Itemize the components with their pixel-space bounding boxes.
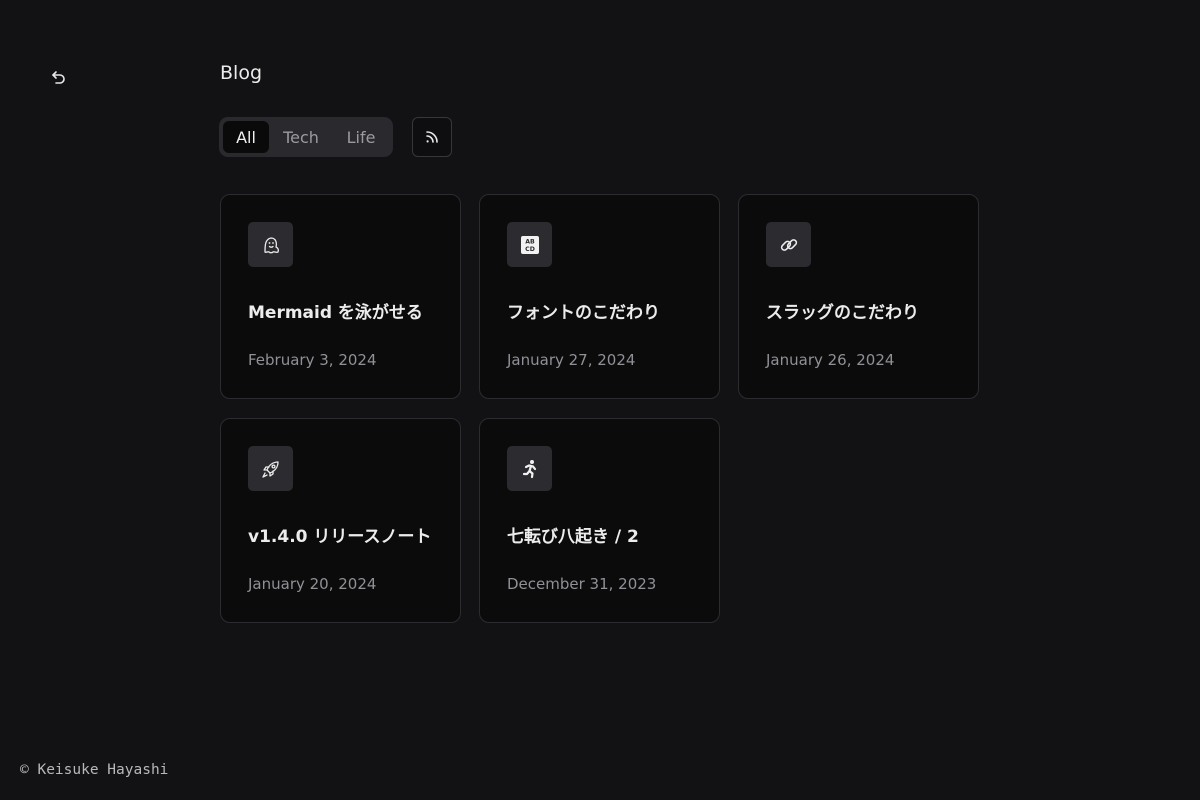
post-card[interactable]: Mermaid を泳がせる February 3, 2024 <box>220 194 461 399</box>
post-icon-box <box>507 446 552 491</box>
post-icon-box <box>766 222 811 267</box>
post-date: January 27, 2024 <box>507 351 636 369</box>
post-date: February 3, 2024 <box>248 351 377 369</box>
back-button[interactable] <box>44 63 74 93</box>
abcd-icon: AB CD <box>520 235 539 254</box>
post-icon-box <box>248 222 293 267</box>
tab-life[interactable]: Life <box>333 121 389 153</box>
post-card[interactable]: AB CD フォントのこだわり January 27, 2024 <box>479 194 720 399</box>
undo-arrow-icon <box>52 71 65 84</box>
post-title: Mermaid を泳がせる <box>248 303 423 323</box>
post-card[interactable]: v1.4.0 リリースノート January 20, 2024 <box>220 418 461 623</box>
post-card[interactable]: スラッグのこだわり January 26, 2024 <box>738 194 979 399</box>
rss-icon <box>426 131 438 143</box>
post-date: January 20, 2024 <box>248 575 377 593</box>
svg-text:AB: AB <box>525 238 535 245</box>
post-title: スラッグのこだわり <box>766 303 919 323</box>
rss-button[interactable] <box>412 117 452 157</box>
rocket-icon <box>261 460 279 478</box>
post-icon-box: AB CD <box>507 222 552 267</box>
post-date: January 26, 2024 <box>766 351 895 369</box>
running-person-icon <box>522 459 536 478</box>
svg-text:CD: CD <box>525 246 535 253</box>
post-icon-box <box>248 446 293 491</box>
post-date: December 31, 2023 <box>507 575 657 593</box>
post-title: v1.4.0 リリースノート <box>248 527 432 547</box>
post-card[interactable]: 七転び八起き / 2 December 31, 2023 <box>479 418 720 623</box>
tab-all[interactable]: All <box>223 121 269 153</box>
post-title: フォントのこだわり <box>507 303 660 323</box>
post-title: 七転び八起き / 2 <box>507 527 639 547</box>
tab-tech[interactable]: Tech <box>271 121 331 153</box>
footer-copyright: © Keisuke Hayashi <box>20 762 169 778</box>
ghost-icon <box>263 236 279 253</box>
link-icon <box>780 238 797 251</box>
filter-tabs: All Tech Life <box>219 117 393 157</box>
page-title: Blog <box>220 62 262 84</box>
